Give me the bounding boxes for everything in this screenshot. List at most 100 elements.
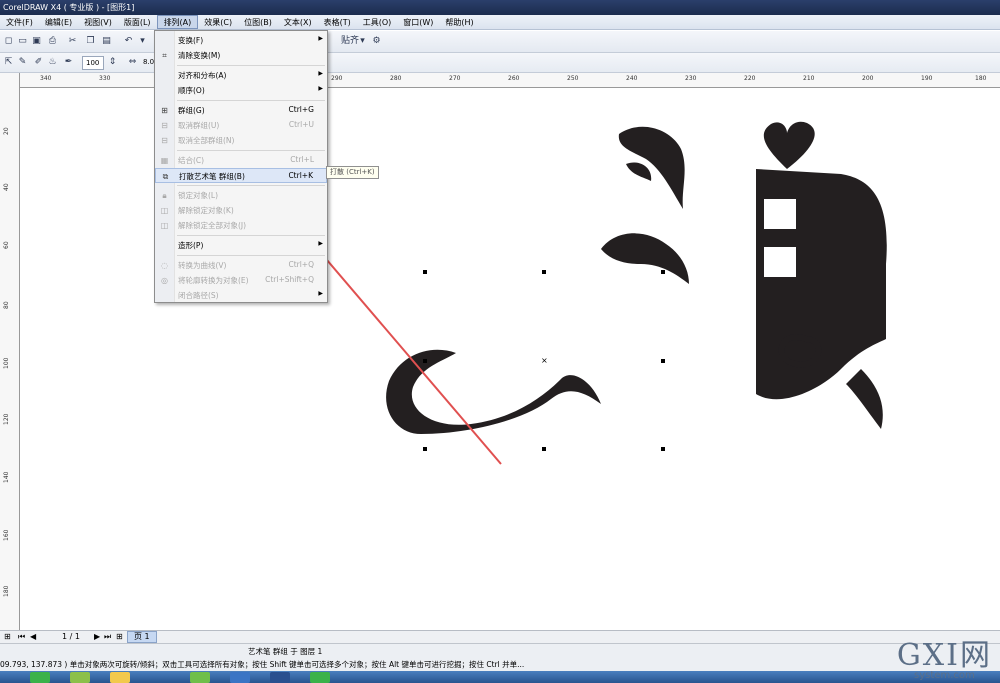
- options-icon[interactable]: ⚙: [370, 35, 383, 48]
- menu-item-ungroup-all[interactable]: ⊟ 取消全部群组(N): [155, 133, 327, 148]
- ruler-tick: 200: [862, 75, 874, 82]
- ruler-tick: 280: [390, 75, 402, 82]
- menu-item-label: 转换为曲线(V): [178, 261, 227, 270]
- ruler-tick: 240: [626, 75, 638, 82]
- smoothing-input[interactable]: 100: [82, 56, 104, 70]
- taskbar-app-icon[interactable]: [70, 672, 90, 683]
- ruler-tick: 160: [3, 529, 10, 541]
- menu-item-label: 解除锁定全部对象(J): [178, 221, 247, 230]
- standard-toolbar: ◻ ▭ ▣ ⎙ ✂ ❐ ▤ ↶ ▾ 贴齐 ▾ ⚙: [0, 31, 1000, 53]
- open-icon[interactable]: ▭: [16, 35, 29, 48]
- width-input[interactable]: 8.0: [140, 56, 154, 70]
- menu-item-order[interactable]: 顺序(O) ▶: [155, 83, 327, 98]
- heart-shape: [763, 121, 815, 169]
- start-icon[interactable]: [30, 672, 50, 683]
- glyph-tail: [846, 369, 883, 429]
- menu-item-label: 闭合路径(S): [178, 291, 219, 300]
- ruler-tick: 290: [331, 75, 343, 82]
- menu-file[interactable]: 文件(F): [0, 15, 39, 29]
- width-icon[interactable]: ⇔: [126, 56, 139, 69]
- menu-item-shortcut: Ctrl+K: [288, 171, 313, 180]
- spinner-icon[interactable]: ⇕: [106, 56, 119, 69]
- prev-page-icon[interactable]: ◀: [30, 632, 36, 641]
- undo-dropdown-icon[interactable]: ▾: [136, 35, 149, 48]
- menu-item-label: 群组(G): [178, 106, 205, 115]
- sprayer-icon[interactable]: ♨: [46, 56, 59, 69]
- last-page-icon[interactable]: ⏭: [104, 632, 111, 642]
- menu-text[interactable]: 文本(X): [278, 15, 318, 29]
- vertical-ruler[interactable]: 20 40 60 80 100 120 140 160 180: [0, 73, 20, 630]
- menu-tools[interactable]: 工具(O): [357, 15, 398, 29]
- print-icon[interactable]: ⎙: [46, 35, 59, 48]
- taskbar-app-icon[interactable]: [310, 672, 330, 683]
- taskbar-app-icon[interactable]: [230, 672, 250, 683]
- menu-item-transform[interactable]: 变换(F) ▶: [155, 33, 327, 48]
- first-page-icon[interactable]: ⏮: [18, 632, 25, 642]
- menu-layout[interactable]: 版面(L): [118, 15, 157, 29]
- menu-arrange[interactable]: 排列(A): [156, 15, 199, 29]
- menu-item-align[interactable]: 对齐和分布(A) ▶: [155, 68, 327, 83]
- cut-icon[interactable]: ✂: [66, 35, 79, 48]
- selection-handle: [423, 270, 427, 274]
- menu-help[interactable]: 帮助(H): [439, 15, 479, 29]
- convert-curves-icon: ◌: [161, 261, 168, 270]
- menu-item-outline-to-object[interactable]: ◎ 将轮廓转换为对象(E) Ctrl+Shift+Q: [155, 273, 327, 288]
- save-icon[interactable]: ▣: [30, 35, 43, 48]
- menu-item-group[interactable]: ⊞ 群组(G) Ctrl+G: [155, 103, 327, 118]
- ruler-tick: 140: [3, 471, 10, 483]
- paste-icon[interactable]: ▤: [100, 35, 113, 48]
- menu-item-clear-transform[interactable]: ⌗ 清除变换(M): [155, 48, 327, 63]
- brush-icon[interactable]: ✐: [32, 56, 45, 69]
- menu-item-label: 打散艺术笔 群组(B): [179, 172, 245, 181]
- menu-item-convert-curves[interactable]: ◌ 转换为曲线(V) Ctrl+Q: [155, 258, 327, 273]
- menu-edit[interactable]: 编辑(E): [39, 15, 78, 29]
- ruler-tick: 210: [803, 75, 815, 82]
- selection-handle: [661, 359, 665, 363]
- menu-item-label: 将轮廓转换为对象(E): [178, 276, 249, 285]
- ruler-tick: 120: [3, 413, 10, 425]
- submenu-arrow-icon: ▶: [318, 35, 323, 42]
- ruler-tick: 190: [921, 75, 933, 82]
- menu-separator: [177, 150, 325, 151]
- taskbar-app-icon[interactable]: [270, 672, 290, 683]
- taskbar-app-icon[interactable]: [110, 672, 130, 683]
- menu-item-close-path[interactable]: 闭合路径(S) ▶: [155, 288, 327, 303]
- menu-item-break-apart[interactable]: ⧉ 打散艺术笔 群组(B) Ctrl+K: [155, 168, 327, 183]
- calligraphy-icon[interactable]: ✒: [62, 56, 75, 69]
- menu-item-combine[interactable]: ▦ 结合(C) Ctrl+L: [155, 153, 327, 168]
- menu-window[interactable]: 窗口(W): [397, 15, 439, 29]
- menu-separator: [177, 65, 325, 66]
- page-add-after-icon[interactable]: ⊞: [116, 632, 123, 641]
- next-page-icon[interactable]: ▶: [94, 632, 100, 641]
- menu-view[interactable]: 视图(V): [78, 15, 118, 29]
- page-tab[interactable]: 页 1: [127, 631, 157, 643]
- pen-icon[interactable]: ✎: [16, 56, 29, 69]
- new-icon[interactable]: ◻: [2, 35, 15, 48]
- status-bar: 艺术笔 群组 于 图层 1 09.793, 137.873 ) 单击对象两次可旋…: [0, 643, 1000, 671]
- pick-icon[interactable]: ⇱: [2, 56, 15, 69]
- menu-item-label: 解除锁定对象(K): [178, 206, 234, 215]
- menu-item-shaping[interactable]: 造形(P) ▶: [155, 238, 327, 253]
- undo-icon[interactable]: ↶: [122, 35, 135, 48]
- unlock-icon: ◫: [160, 206, 169, 215]
- menu-bitmaps[interactable]: 位图(B): [238, 15, 278, 29]
- ruler-tick: 80: [3, 301, 10, 309]
- menu-item-ungroup[interactable]: ⊟ 取消群组(U) Ctrl+U: [155, 118, 327, 133]
- break-apart-icon: ⧉: [162, 172, 169, 181]
- ruler-tick: 40: [3, 183, 10, 191]
- menu-item-unlock-all[interactable]: ◫ 解除锁定全部对象(J): [155, 218, 327, 233]
- ruler-tick: 180: [975, 75, 987, 82]
- menu-item-label: 变换(F): [178, 36, 204, 45]
- page-add-icon[interactable]: ⊞: [4, 632, 11, 641]
- ruler-tick: 230: [685, 75, 697, 82]
- menu-item-label: 取消全部群组(N): [178, 136, 235, 145]
- menu-item-lock[interactable]: 🔒︎ 锁定对象(L): [155, 188, 327, 203]
- menu-effects[interactable]: 效果(C): [198, 15, 238, 29]
- snap-dropdown-icon[interactable]: ▾: [356, 35, 369, 48]
- copy-icon[interactable]: ❐: [84, 35, 97, 48]
- menu-item-unlock[interactable]: ◫ 解除锁定对象(K): [155, 203, 327, 218]
- window-title: CorelDRAW X4 ( 专业版 ) - [图形1]: [0, 0, 1000, 15]
- glyph-window: [764, 199, 796, 229]
- menu-table[interactable]: 表格(T): [318, 15, 357, 29]
- taskbar-app-icon[interactable]: [190, 672, 210, 683]
